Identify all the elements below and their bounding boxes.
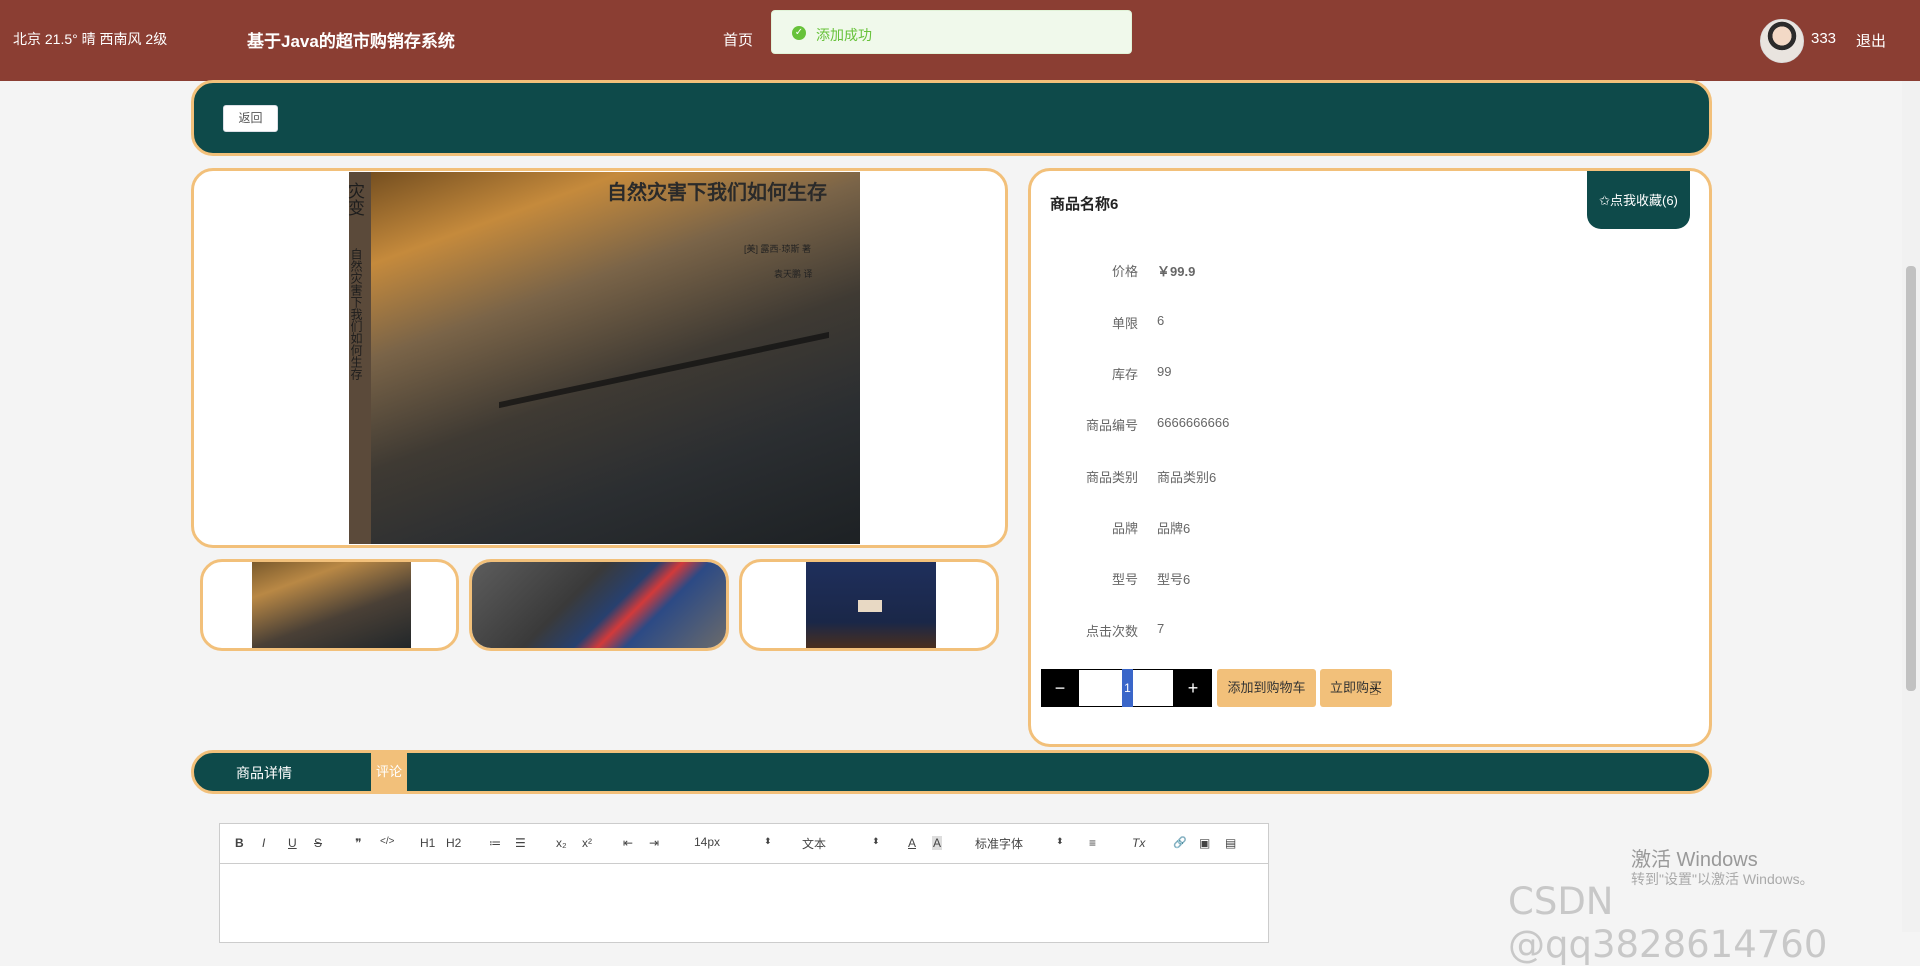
font-size-arrow-icon: ⬍ [764,836,772,846]
thumbnail-book-image [252,562,411,648]
font-family-arrow-icon: ⬍ [1056,836,1064,846]
stock-label: 库存 [1111,367,1138,382]
thumbnail-2[interactable] [469,559,729,651]
font-size-select[interactable]: 14px [694,835,720,849]
subscript-button[interactable]: x₂ [556,836,567,850]
quantity-decrease-button[interactable]: − [1041,669,1079,707]
header2-button[interactable]: H2 [446,836,461,850]
model-value: 型号6 [1157,572,1191,587]
outdent-icon[interactable]: ⇤ [623,836,633,850]
logout-link[interactable]: 退出 [1856,30,1886,51]
indent-icon[interactable]: ⇥ [649,836,659,850]
quantity-selected-text: 1 [1122,669,1133,707]
csdn-watermark: CSDN @qq3828614760 [1508,880,1828,966]
back-bar [191,80,1712,156]
code-block-button[interactable]: </> [380,836,394,847]
italic-button[interactable]: I [262,836,265,850]
page-scrollbar[interactable] [1902,81,1920,932]
limit-value: 6 [1157,313,1165,328]
align-icon[interactable]: ≡ [1089,836,1096,850]
book-cover-title: 自然灾害下我们如何生存 [607,182,827,204]
background-color-button[interactable]: A [932,836,943,850]
windows-activation-title: 激活 Windows [1631,849,1758,871]
toast-message: 添加成功 [816,27,872,43]
product-main-image[interactable]: 自然灾害下我们如何生存 [美] 露西·琼斯 著 袁天鹏 译 灾变 自然灾害下我们… [345,172,860,544]
check-circle-icon: ✓ [792,26,806,40]
brand-label: 品牌 [1111,521,1138,536]
blockquote-button[interactable]: ❞ [355,836,361,850]
category-label: 商品类别 [1085,470,1138,485]
header-arrow-icon: ⬍ [872,836,880,846]
quantity-increase-button[interactable]: + [1174,669,1212,707]
click-count-label: 点击次数 [1085,624,1138,639]
tab-comment[interactable]: 评论 [371,752,407,792]
product-name: 商品名称6 [1050,196,1119,213]
book-spine-subtitle: 自然灾害下我们如何生存 [349,248,363,380]
scrollbar-thumb[interactable] [1906,266,1916,691]
rich-text-editor[interactable]: B I U S ❞ </> H1 H2 ≔ ☰ x₂ x² ⇤ ⇥ 14px ⬍… [219,823,1269,943]
font-family-select[interactable]: 标准字体 [975,835,1023,852]
book-author-line: [美] 露西·琼斯 著 [744,244,811,254]
tab-product-detail[interactable]: 商品详情 [236,763,292,783]
favorite-button[interactable]: ✩点我收藏(6) [1587,171,1690,229]
editor-toolbar: B I U S ❞ </> H1 H2 ≔ ☰ x₂ x² ⇤ ⇥ 14px ⬍… [220,824,1268,864]
avatar[interactable] [1760,19,1804,63]
font-color-button[interactable]: A [908,836,916,850]
limit-label: 单限 [1111,316,1138,331]
add-to-cart-button[interactable]: 添加到购物车 [1217,669,1316,707]
header-select[interactable]: 文本 [802,835,826,852]
price-label: 价格 [1111,264,1138,279]
buy-now-button[interactable]: 立即购买 [1320,669,1392,707]
video-icon[interactable]: ▤ [1225,836,1236,850]
tabs-bar [191,750,1712,794]
site-title: 基于Java的超市购销存系统 [247,32,455,51]
thumbnail-shoes-image [472,562,726,648]
product-code-value: 6666666666 [1157,415,1230,430]
model-label: 型号 [1111,572,1138,587]
header1-button[interactable]: H1 [420,836,435,850]
clear-format-icon[interactable]: Tx [1132,836,1145,850]
hand-cursor-icon: ☝ [1369,682,1379,699]
ordered-list-icon[interactable]: ≔ [489,836,501,850]
strike-button[interactable]: S [314,836,322,850]
backpack-tag [858,600,882,612]
bullet-list-icon[interactable]: ☰ [515,836,526,850]
link-icon[interactable]: 🔗 [1173,836,1187,849]
bold-button[interactable]: B [235,836,244,850]
back-button[interactable]: 返回 [223,105,278,132]
ground-crack [499,331,829,499]
product-code-label: 商品编号 [1085,418,1138,433]
category-value: 商品类别6 [1157,470,1217,485]
price-value: ￥99.9 [1157,264,1196,279]
username[interactable]: 333 [1811,30,1836,47]
image-icon[interactable]: ▣ [1199,836,1210,850]
weather-info: 北京 21.5° 晴 西南风 2级 [13,31,168,47]
thumbnail-3[interactable] [739,559,999,651]
thumbnail-1[interactable] [200,559,459,651]
thumbnail-backpack-image [806,562,936,648]
book-translator-line: 袁天鹏 译 [774,269,813,279]
nav-home-link[interactable]: 首页 [723,29,753,50]
stock-value: 99 [1157,364,1172,379]
success-toast: ✓ 添加成功 [771,10,1132,54]
product-info-panel [1028,168,1712,747]
superscript-button[interactable]: x² [582,836,592,850]
book-spine-title: 灾变 [345,182,364,216]
underline-button[interactable]: U [288,836,297,850]
brand-value: 品牌6 [1157,521,1191,536]
click-count-value: 7 [1157,621,1165,636]
